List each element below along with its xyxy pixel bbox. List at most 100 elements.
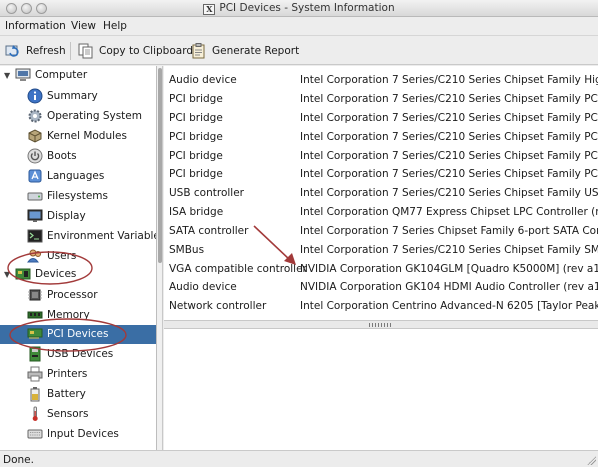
title-bar: X PCI Devices - System Information xyxy=(0,0,598,17)
users-icon xyxy=(27,249,41,263)
keyboard-icon xyxy=(27,429,43,439)
terminal-icon xyxy=(27,229,43,243)
sidebar-item-kernel-modules[interactable]: Kernel Modules xyxy=(0,127,156,146)
status-text: Done. xyxy=(3,454,34,466)
menu-bar: Information View Help xyxy=(0,17,598,36)
sidebar-tree: ▼ Computer Summary Operating System Kern… xyxy=(0,66,157,450)
board-icon xyxy=(15,268,31,280)
generate-report-button[interactable]: Generate Report xyxy=(191,42,299,60)
device-name: Intel Corporation 7 Series/C210 Series C… xyxy=(300,93,598,105)
sidebar-item-input-devices[interactable]: Input Devices xyxy=(0,425,156,444)
device-row[interactable]: PCI bridge Intel Corporation 7 Series/C21… xyxy=(164,146,598,165)
info-icon xyxy=(27,88,43,104)
power-icon xyxy=(27,148,43,164)
sidebar-item-users[interactable]: Users xyxy=(0,247,156,266)
sidebar-item-usb-devices[interactable]: USB Devices xyxy=(0,345,156,364)
device-row[interactable]: SMBus Intel Corporation 7 Series/C210 Ser… xyxy=(164,240,598,259)
sidebar-item-pci-devices[interactable]: PCI Devices xyxy=(0,325,156,344)
window-title: PCI Devices - System Information xyxy=(219,2,395,14)
sidebar-item-devices[interactable]: ▼ Devices xyxy=(0,265,156,284)
expander-icon[interactable]: ▼ xyxy=(4,71,10,80)
device-row[interactable]: USB controller Intel Corporation 7 Series… xyxy=(164,183,598,202)
menu-view[interactable]: View xyxy=(71,20,96,32)
pane-splitter[interactable] xyxy=(164,320,598,329)
device-row[interactable]: VGA compatible controller NVIDIA Corporat… xyxy=(164,259,598,278)
sidebar-item-display[interactable]: Display xyxy=(0,207,156,226)
details-pane xyxy=(164,329,598,450)
toolbar: Refresh Copy to Clipboard Generate Repor… xyxy=(0,36,598,65)
device-name: Intel Corporation 7 Series/C210 Series C… xyxy=(300,244,598,256)
device-row[interactable]: PCI bridge Intel Corporation 7 Series/C21… xyxy=(164,127,598,146)
device-list: Audio device Intel Corporation 7 Series/C… xyxy=(164,66,598,320)
device-row[interactable]: ISA bridge Intel Corporation QM77 Express… xyxy=(164,202,598,221)
device-type: SMBus xyxy=(169,244,205,256)
copy-icon xyxy=(78,43,93,59)
menu-help[interactable]: Help xyxy=(103,20,127,32)
refresh-icon xyxy=(5,45,19,57)
filesystem-icon xyxy=(27,192,43,201)
device-type: SATA controller xyxy=(169,225,249,237)
printer-icon xyxy=(27,366,43,382)
gear-icon xyxy=(28,109,42,123)
sidebar-item-boots[interactable]: Boots xyxy=(0,147,156,166)
device-name: Intel Corporation 7 Series/C210 Series C… xyxy=(300,131,598,143)
usb-icon xyxy=(29,346,41,362)
device-row[interactable]: Network controller Intel Corporation Cent… xyxy=(164,296,598,315)
device-row[interactable]: SATA controller Intel Corporation 7 Serie… xyxy=(164,221,598,240)
device-name: Intel Corporation Centrino Advanced-N 62… xyxy=(300,300,598,312)
device-row[interactable]: Audio device NVIDIA Corporation GK104 HDM… xyxy=(164,277,598,296)
sidebar-item-processor[interactable]: Processor xyxy=(0,286,156,305)
device-name: NVIDIA Corporation GK104 HDMI Audio Cont… xyxy=(300,281,598,293)
splitter-grip-icon[interactable] xyxy=(369,323,393,327)
device-type: VGA compatible controller xyxy=(169,263,307,275)
sidebar-item-environment-variables[interactable]: Environment Variables xyxy=(0,227,156,246)
sidebar-item-summary[interactable]: Summary xyxy=(0,87,156,106)
device-row[interactable]: PCI bridge Intel Corporation 7 Series/C21… xyxy=(164,164,598,183)
sidebar-item-languages[interactable]: Languages xyxy=(0,167,156,186)
refresh-button[interactable]: Refresh xyxy=(5,42,66,60)
window-title-container: X PCI Devices - System Information xyxy=(0,2,598,15)
device-type: Audio device xyxy=(169,74,237,86)
module-icon xyxy=(28,129,42,143)
menu-information[interactable]: Information xyxy=(5,20,66,32)
refresh-label: Refresh xyxy=(26,45,66,57)
sidebar-item-filesystems[interactable]: Filesystems xyxy=(0,187,156,206)
resize-grip-icon[interactable] xyxy=(586,455,596,465)
sidebar-item-battery[interactable]: Battery xyxy=(0,385,156,404)
device-row[interactable]: PCI bridge Intel Corporation 7 Series/C21… xyxy=(164,108,598,127)
report-icon xyxy=(192,43,205,59)
device-name: Intel Corporation 7 Series/C210 Series C… xyxy=(300,150,598,162)
report-label: Generate Report xyxy=(212,45,300,57)
x11-icon: X xyxy=(203,4,216,15)
pci-card-icon xyxy=(27,328,43,339)
sidebar-scrollbar[interactable] xyxy=(157,66,163,450)
device-name: Intel Corporation 7 Series/C210 Series C… xyxy=(300,112,598,124)
device-row[interactable]: PCI bridge Intel Corporation 7 Series/C21… xyxy=(164,89,598,108)
device-name: Intel Corporation 7 Series/C210 Series C… xyxy=(300,74,598,86)
device-row[interactable]: Audio device Intel Corporation 7 Series/C… xyxy=(164,70,598,89)
sidebar-item-operating-system[interactable]: Operating System xyxy=(0,107,156,126)
device-type: USB controller xyxy=(169,187,244,199)
device-name: Intel Corporation 7 Series Chipset Famil… xyxy=(300,225,598,237)
sidebar-item-sensors[interactable]: Sensors xyxy=(0,405,156,424)
sidebar-item-printers[interactable]: Printers xyxy=(0,365,156,384)
sidebar-scrollbar-thumb[interactable] xyxy=(158,68,162,263)
device-type: Audio device xyxy=(169,281,237,293)
computer-icon xyxy=(15,68,31,81)
device-name: NVIDIA Corporation GK104GLM [Quadro K500… xyxy=(300,263,598,275)
sidebar-item-computer[interactable]: ▼ Computer xyxy=(0,66,156,85)
battery-icon xyxy=(30,387,40,402)
device-type: ISA bridge xyxy=(169,206,224,218)
copy-to-clipboard-button[interactable]: Copy to Clipboard xyxy=(78,42,193,60)
device-type: PCI bridge xyxy=(169,150,223,162)
expander-icon[interactable]: ▼ xyxy=(4,270,10,279)
main-panel: Audio device Intel Corporation 7 Series/C… xyxy=(164,66,598,450)
sidebar-item-memory[interactable]: Memory xyxy=(0,306,156,325)
device-name: Intel Corporation 7 Series/C210 Series C… xyxy=(300,187,598,199)
thermometer-icon xyxy=(32,406,38,421)
cpu-icon xyxy=(28,289,42,301)
monitor-icon xyxy=(27,209,43,222)
device-type: PCI bridge xyxy=(169,168,223,180)
device-type: PCI bridge xyxy=(169,112,223,124)
device-type: Network controller xyxy=(169,300,267,312)
